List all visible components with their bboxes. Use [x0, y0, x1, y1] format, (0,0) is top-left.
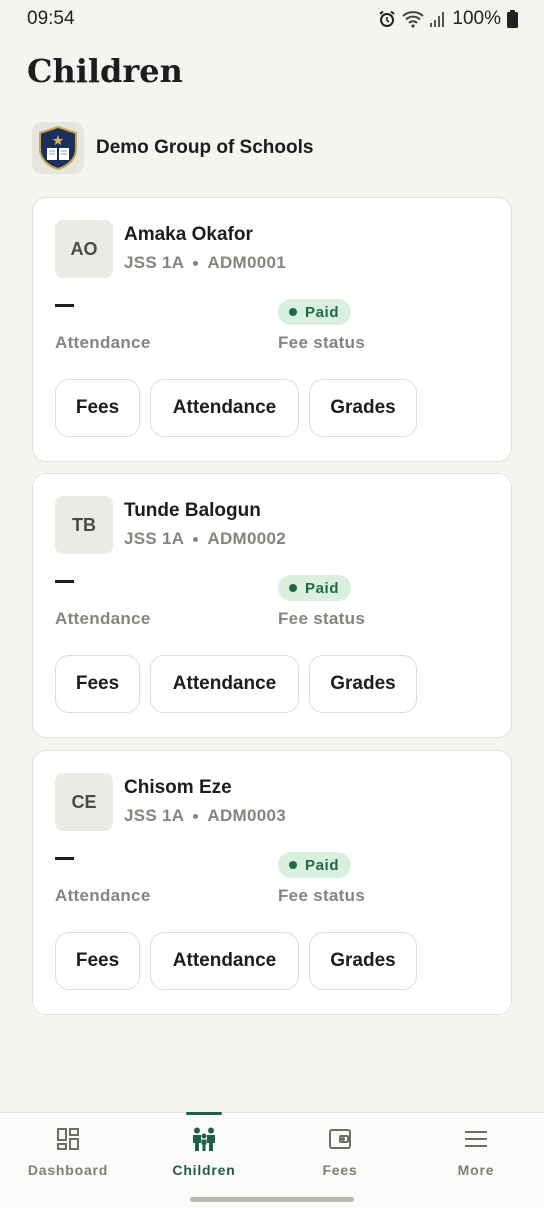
status-dot-icon [289, 861, 297, 869]
wallet-icon [328, 1127, 352, 1156]
attendance-label: Attendance [55, 609, 151, 628]
attendance-button[interactable]: Attendance [150, 932, 299, 990]
fees-button[interactable]: Fees [55, 932, 140, 990]
nav-item-dashboard[interactable]: Dashboard [0, 1113, 136, 1193]
fee-status-label: Fee status [278, 886, 366, 905]
child-name: Chisom Eze [124, 777, 232, 798]
fee-status-label: Fee status [278, 609, 366, 628]
fee-status-badge: Paid [278, 852, 352, 878]
fees-button[interactable]: Fees [55, 379, 140, 437]
fees-button[interactable]: Fees [55, 655, 140, 713]
child-meta: JSS 1A ADM0002 [124, 529, 286, 549]
school-header: Demo Group of Schools [32, 122, 313, 174]
grades-button[interactable]: Grades [309, 655, 417, 713]
fee-status-badge: Paid [278, 299, 352, 325]
attendance-label: Attendance [55, 333, 151, 352]
separator-dot [193, 536, 199, 542]
fee-status-text: Paid [305, 303, 340, 321]
status-time: 09:54 [27, 8, 75, 29]
battery-percent: 100% [452, 8, 501, 29]
child-card: AO Amaka Okafor JSS 1A ADM0001 Attendanc… [32, 197, 512, 462]
nav-label: Dashboard [27, 1162, 109, 1178]
child-class: JSS 1A [124, 253, 185, 272]
status-bar: 09:54 100% [0, 0, 544, 38]
active-tab-indicator [186, 1112, 222, 1115]
signal-icon [430, 11, 446, 27]
child-class: JSS 1A [124, 806, 185, 825]
attendance-label: Attendance [55, 886, 151, 905]
child-class: JSS 1A [124, 529, 185, 548]
separator-dot [193, 260, 199, 266]
child-meta: JSS 1A ADM0001 [124, 253, 286, 273]
nav-item-children[interactable]: Children [136, 1112, 272, 1193]
nav-label: Fees [322, 1162, 358, 1178]
avatar: AO [55, 220, 113, 278]
nav-label: More [457, 1162, 495, 1178]
menu-icon [464, 1127, 488, 1156]
wifi-icon [402, 10, 425, 28]
fee-status-label: Fee status [278, 333, 366, 352]
school-crest-icon [32, 122, 84, 174]
school-name: Demo Group of Schools [96, 137, 314, 158]
fee-status-text: Paid [305, 856, 340, 874]
status-icons: 100% [378, 8, 518, 30]
separator-dot [193, 813, 199, 819]
page-title: Children [27, 52, 183, 90]
nav-label: Children [172, 1162, 236, 1178]
avatar: CE [55, 773, 113, 831]
attendance-value-dash [55, 857, 74, 860]
nav-item-fees[interactable]: Fees [272, 1113, 408, 1193]
admission-number: ADM0002 [207, 529, 287, 548]
child-name: Tunde Balogun [124, 500, 261, 521]
attendance-value-dash [55, 304, 74, 307]
nav-item-more[interactable]: More [408, 1113, 544, 1193]
alarm-icon [378, 10, 396, 28]
attendance-value-dash [55, 580, 74, 583]
child-meta: JSS 1A ADM0003 [124, 806, 286, 826]
battery-icon [507, 10, 518, 28]
child-card: TB Tunde Balogun JSS 1A ADM0002 Attendan… [32, 473, 512, 738]
admission-number: ADM0001 [207, 253, 287, 272]
dashboard-icon [56, 1127, 80, 1156]
status-dot-icon [289, 308, 297, 316]
grades-button[interactable]: Grades [309, 379, 417, 437]
home-indicator[interactable] [190, 1197, 354, 1202]
children-icon [191, 1127, 217, 1156]
grades-button[interactable]: Grades [309, 932, 417, 990]
admission-number: ADM0003 [207, 806, 287, 825]
avatar: TB [55, 496, 113, 554]
child-card: CE Chisom Eze JSS 1A ADM0003 Attendance … [32, 750, 512, 1015]
child-name: Amaka Okafor [124, 224, 253, 245]
bottom-nav: Dashboard Children Fees More [0, 1112, 544, 1208]
attendance-button[interactable]: Attendance [150, 655, 299, 713]
status-dot-icon [289, 584, 297, 592]
attendance-button[interactable]: Attendance [150, 379, 299, 437]
fee-status-text: Paid [305, 579, 340, 597]
fee-status-badge: Paid [278, 575, 352, 601]
